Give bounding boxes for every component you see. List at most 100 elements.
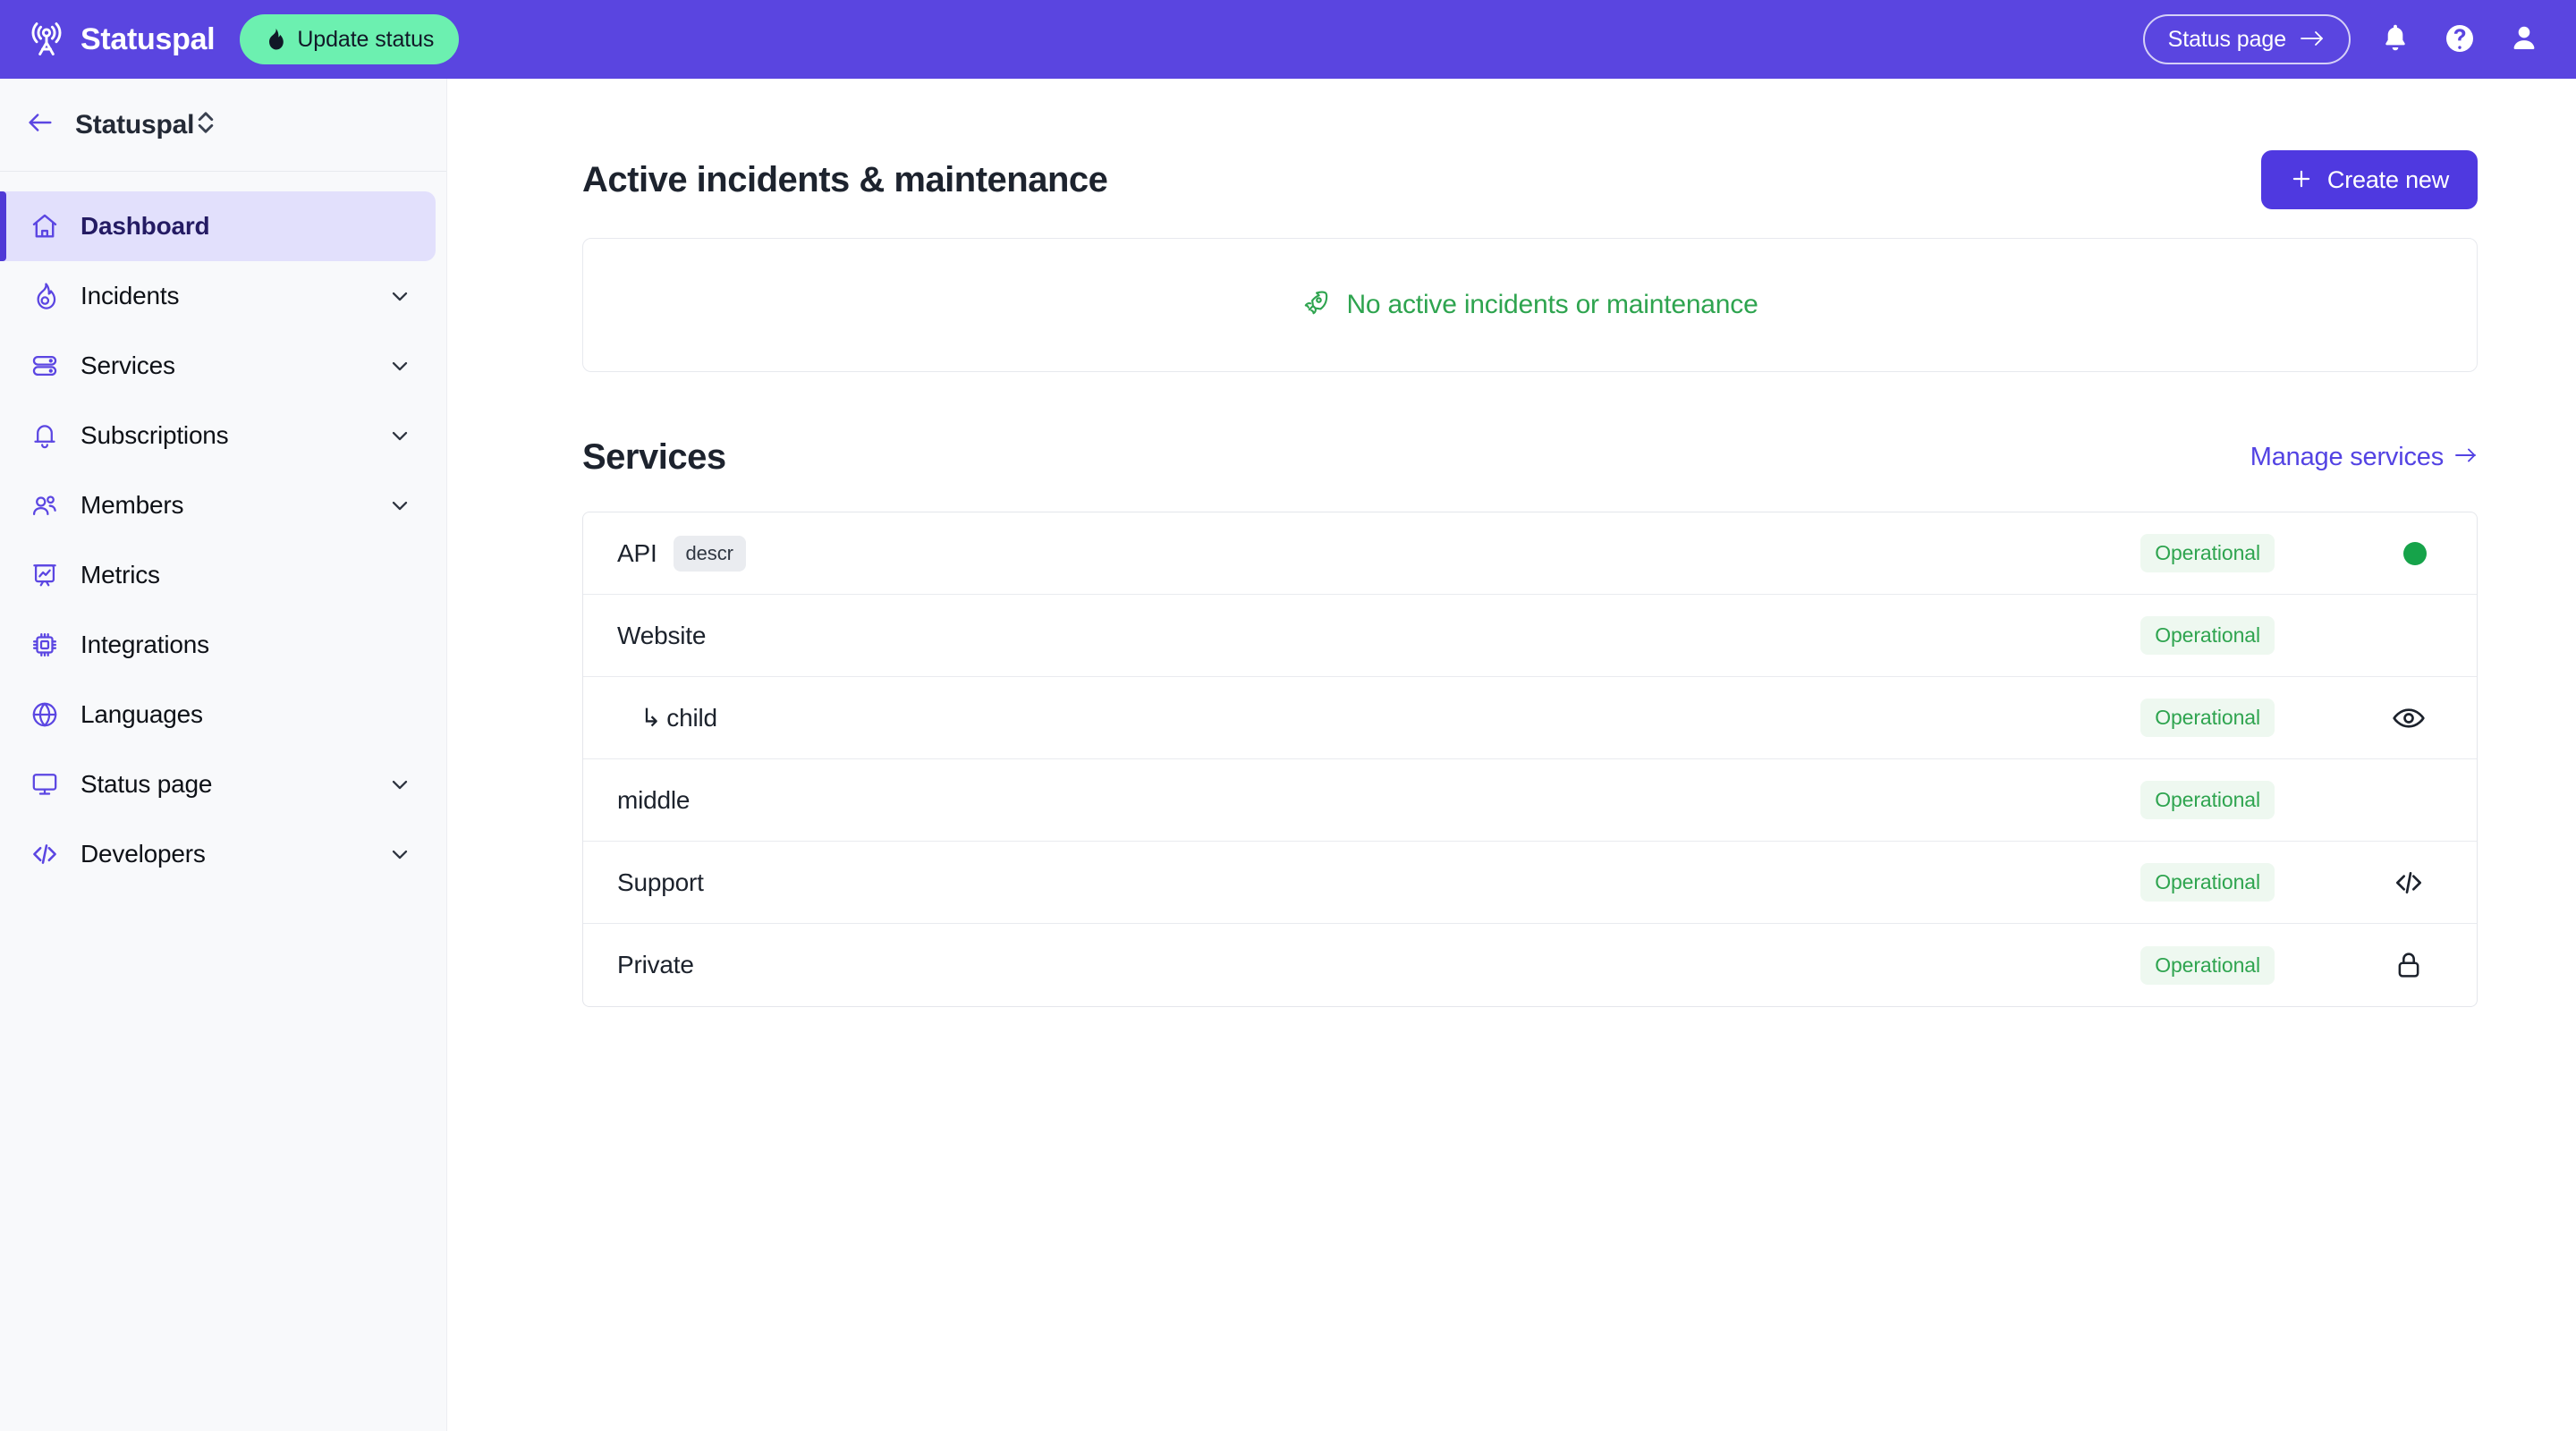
chevron-down-icon[interactable]: [387, 353, 412, 378]
chart-icon: [29, 559, 61, 591]
table-row[interactable]: Support Operational: [583, 842, 2477, 924]
services-table: API descr Operational Website Operationa…: [582, 512, 2478, 1007]
service-name-child: ↳ child: [617, 703, 717, 732]
create-new-label: Create new: [2326, 165, 2449, 193]
table-row[interactable]: API descr Operational: [583, 512, 2477, 595]
chevron-down-icon[interactable]: [387, 842, 412, 867]
lock-icon[interactable]: [2391, 947, 2427, 983]
arrow-right-icon: [2454, 443, 2478, 472]
row-tail: [2275, 947, 2427, 983]
user-avatar-icon: [2508, 22, 2540, 57]
arrow-left-icon[interactable]: [25, 107, 55, 142]
row-tail: [2275, 541, 2427, 565]
help-button[interactable]: [2440, 20, 2479, 59]
chevron-down-icon[interactable]: [387, 423, 412, 448]
code-icon: [29, 838, 61, 870]
child-indent-arrow: ↳: [640, 704, 662, 732]
service-name: middle: [617, 785, 691, 814]
status-badge: Operational: [2140, 781, 2275, 819]
workspace-name: Statuspal: [75, 109, 195, 140]
code-icon[interactable]: [2391, 865, 2427, 901]
status-badge: Operational: [2140, 945, 2275, 985]
service-name: API: [617, 538, 657, 567]
sidebar-item-label: Services: [80, 351, 175, 379]
sidebar-item-incidents[interactable]: Incidents: [0, 261, 436, 331]
sidebar-item-label: Languages: [80, 700, 203, 728]
sidebar-item-label: Members: [80, 491, 184, 519]
chevron-down-icon[interactable]: [387, 772, 412, 797]
question-circle-icon: [2444, 22, 2476, 57]
status-badge: Operational: [2140, 863, 2275, 902]
chevron-down-icon[interactable]: [387, 493, 412, 518]
status-page-label: Status page: [2167, 26, 2286, 52]
plus-icon: [2290, 167, 2313, 193]
manage-services-label: Manage services: [2250, 442, 2444, 471]
sidebar-item-label: Developers: [80, 840, 206, 868]
service-name: Private: [617, 951, 694, 978]
main-content: Active incidents & maintenance Create ne…: [448, 79, 2576, 1431]
sidebar-item-members[interactable]: Members: [0, 470, 436, 540]
server-icon: [29, 350, 61, 382]
sidebar-item-label: Integrations: [80, 631, 209, 658]
sidebar-item-label: Incidents: [80, 282, 180, 309]
services-section-header: Services Manage services: [582, 428, 2478, 487]
flame-icon: [29, 280, 61, 312]
green-dot-icon: [2403, 541, 2427, 565]
table-row[interactable]: Website Operational: [583, 595, 2477, 677]
row-tail: [2275, 865, 2427, 901]
no-incidents-message: No active incidents or maintenance: [1346, 290, 1758, 319]
chevron-up-down-icon[interactable]: [194, 107, 217, 142]
topbar-actions: Status page: [2142, 14, 2544, 64]
incidents-section-header: Active incidents & maintenance Create ne…: [582, 148, 2478, 211]
sidebar-item-status-page[interactable]: Status page: [0, 749, 436, 819]
monitor-icon: [29, 768, 61, 800]
eye-icon[interactable]: [2391, 700, 2427, 736]
table-row[interactable]: middle Operational: [583, 759, 2477, 842]
app-root: Statuspal Update status Status page Stat…: [0, 0, 2576, 1431]
update-status-button[interactable]: Update status: [240, 14, 460, 64]
bell-icon: [29, 419, 61, 452]
row-tail: [2275, 700, 2427, 736]
status-badge: Operational: [2140, 699, 2275, 737]
globe-icon: [29, 699, 61, 731]
sidebar-item-developers[interactable]: Developers: [0, 819, 436, 889]
service-name: child: [666, 704, 717, 732]
sidebar-item-label: Subscriptions: [80, 421, 229, 449]
status-page-button[interactable]: Status page: [2142, 14, 2351, 64]
sidebar-nav: Dashboard Incidents Services Subscriptio…: [0, 172, 446, 889]
users-icon: [29, 489, 61, 521]
manage-services-link[interactable]: Manage services: [2250, 443, 2478, 472]
sidebar: Statuspal Dashboard Incidents Services S…: [0, 79, 447, 1431]
page-title: Active incidents & maintenance: [582, 159, 1108, 199]
sidebar-item-label: Metrics: [80, 561, 160, 588]
home-icon: [29, 210, 61, 242]
broadcast-tower-icon: [27, 20, 66, 59]
notifications-button[interactable]: [2376, 20, 2415, 59]
services-title: Services: [582, 436, 726, 477]
flame-icon: [265, 28, 286, 52]
bell-icon: [2380, 22, 2411, 57]
table-row[interactable]: ↳ child Operational: [583, 677, 2477, 759]
workspace-switcher[interactable]: Statuspal: [0, 79, 446, 172]
brand[interactable]: Statuspal: [27, 20, 216, 59]
status-badge: Operational: [2140, 616, 2275, 655]
account-button[interactable]: [2504, 20, 2544, 59]
chevron-down-icon[interactable]: [387, 284, 412, 309]
status-badge: Operational: [2140, 534, 2275, 572]
sidebar-item-integrations[interactable]: Integrations: [0, 610, 436, 680]
sidebar-item-label: Dashboard: [80, 212, 210, 240]
sidebar-item-services[interactable]: Services: [0, 331, 436, 401]
no-active-incidents-card: No active incidents or maintenance: [582, 238, 2478, 372]
sidebar-item-languages[interactable]: Languages: [0, 680, 436, 749]
create-new-button[interactable]: Create new: [2260, 150, 2478, 209]
service-name: Website: [617, 621, 707, 649]
top-navigation-bar: Statuspal Update status Status page: [0, 0, 2576, 79]
sidebar-item-label: Status page: [80, 770, 213, 798]
sidebar-item-metrics[interactable]: Metrics: [0, 540, 436, 610]
arrow-right-icon: [2299, 28, 2326, 52]
table-row[interactable]: Private Operational: [583, 924, 2477, 1006]
sidebar-item-subscriptions[interactable]: Subscriptions: [0, 401, 436, 470]
service-name: Support: [617, 868, 704, 896]
brand-name: Statuspal: [80, 21, 216, 56]
sidebar-item-dashboard[interactable]: Dashboard: [0, 191, 436, 261]
